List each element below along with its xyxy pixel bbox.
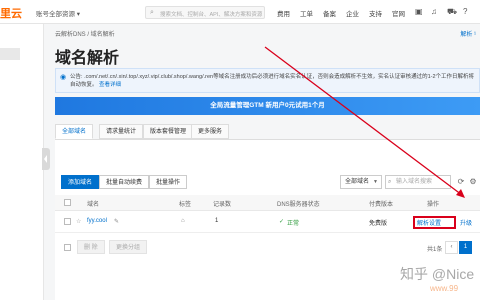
tag-icon[interactable]: ⌂ [181, 218, 185, 224]
refresh-icon[interactable]: ⟳ [455, 176, 467, 188]
promo-banner[interactable]: 全局流量管理GTM 新用户0元试用1个月 [55, 97, 480, 115]
sidebar-collapse-handle[interactable] [42, 148, 50, 170]
star-icon[interactable]: ☆ [76, 218, 81, 225]
notice-bar: ◉ 公告: .com/.net/.cn/.xin/.top/.xyz/.vip/… [55, 68, 480, 93]
dns-status: 正常 [287, 221, 300, 227]
chevron-down-icon: ▼ [373, 179, 378, 185]
edit-icon[interactable]: ✎ [114, 218, 119, 225]
batch-auto-renew-button[interactable]: 批量自动续费 [99, 175, 150, 189]
account-resource-menu[interactable]: 账号全部资源 ▾ [36, 8, 80, 18]
upgrade-link[interactable]: 升级 [460, 218, 472, 227]
domain-name[interactable]: fyy.cool [87, 218, 107, 224]
page-number[interactable]: 1 [459, 241, 472, 254]
nav-fees[interactable]: 费用 [277, 8, 290, 18]
cart-icon[interactable]: ⛟ [447, 7, 457, 17]
row-checkbox[interactable] [64, 218, 71, 225]
resolve-settings-link[interactable]: 解析设置 [417, 218, 441, 227]
settings-icon[interactable]: ⚙ [467, 176, 479, 188]
page-title: 域名解析 [55, 50, 120, 67]
column-header-plan: 付费版本 [369, 202, 394, 208]
change-group-button[interactable]: 更换分组 [109, 240, 148, 254]
batch-operations-button[interactable]: 批量操作 [149, 175, 188, 189]
bell-icon[interactable]: ♫ [431, 7, 437, 16]
sidebar-active-item[interactable] [0, 48, 20, 60]
tab-plan-management[interactable]: 版本套餐管理 [143, 124, 194, 139]
nav-icp-filing[interactable]: 备案 [323, 8, 336, 18]
speaker-icon: ◉ [60, 74, 67, 81]
domain-search-placeholder: 输入域名搜索 [396, 179, 433, 185]
sidebar [0, 24, 44, 300]
column-header-domain: 域名 [87, 202, 100, 208]
nav-tickets[interactable]: 工单 [300, 8, 313, 18]
table-header: 域名 标签 记录数 DNS服务器状态 付费版本 操作 [55, 195, 480, 211]
tab-all-domains[interactable]: 全部域名 [55, 124, 94, 139]
watermark-url: www.99 [430, 284, 459, 293]
help-icon[interactable]: ? [463, 7, 467, 16]
terminal-icon[interactable]: ▣ [415, 7, 423, 16]
nav-support[interactable]: 支持 [369, 8, 382, 18]
prev-page-button[interactable]: ‹ [445, 241, 458, 254]
delete-button[interactable]: 删 除 [77, 240, 105, 254]
notice-details-link[interactable]: 查看详细 [99, 82, 121, 88]
logo[interactable]: 里云 [0, 5, 22, 21]
footer-select-all-checkbox[interactable] [64, 244, 71, 251]
table-row: ☆ fyy.cool ✎ ⌂ 1 ✓ 正常 免费版 解析设置 升级 [55, 211, 480, 233]
watermark: 知乎 @Nice [400, 266, 475, 282]
search-icon: ⌕ [150, 9, 154, 16]
total-count: 共1条 [427, 247, 443, 253]
domain-search-input[interactable]: ⌕ 输入域名搜索 [385, 175, 451, 189]
column-header-tag: 标签 [179, 202, 192, 208]
search-icon: ⌕ [388, 179, 392, 185]
add-domain-button[interactable]: 添加域名 [61, 175, 100, 189]
plan-name: 免费版 [369, 221, 388, 227]
nav-enterprise[interactable]: 企业 [346, 8, 359, 18]
column-header-dns-status: DNS服务器状态 [277, 202, 320, 208]
check-icon: ✓ [279, 219, 285, 225]
select-all-checkbox[interactable] [64, 199, 71, 206]
nav-official-site[interactable]: 官网 [392, 8, 405, 18]
global-search-placeholder: 搜索文档、控制台、API、解决方案和资源 [160, 11, 263, 18]
domain-group-value: 全部域名 [345, 179, 370, 185]
notice-text: 公告: .com/.net/.cn/.xin/.top/.xyz/.vip/.c… [70, 73, 476, 89]
column-header-actions: 操作 [427, 202, 440, 208]
notice-label: 公告: [70, 74, 83, 80]
record-count: 1 [215, 218, 219, 224]
global-search-input[interactable]: ⌕ 搜索文档、控制台、API、解决方案和资源 [145, 6, 265, 19]
domain-group-select[interactable]: 全部域名 ▼ [340, 175, 382, 189]
tab-more-services[interactable]: 更多服务 [191, 124, 230, 139]
main-content: 云解析DNS / 域名解析 解析 ¹ 域名解析 ◉ 公告: .com/.net/… [50, 24, 480, 300]
help-link[interactable]: 解析 ¹ [460, 29, 476, 38]
breadcrumb: 云解析DNS / 域名解析 [55, 32, 115, 38]
column-header-records: 记录数 [213, 202, 232, 208]
top-bar: 里云 账号全部资源 ▾ ⌕ 搜索文档、控制台、API、解决方案和资源 费用 工单… [0, 0, 480, 24]
tab-request-stats[interactable]: 请求量统计 [99, 124, 144, 139]
notice-body: .com/.net/.cn/.xin/.top/.xyz/.vip/.club/… [70, 74, 475, 88]
